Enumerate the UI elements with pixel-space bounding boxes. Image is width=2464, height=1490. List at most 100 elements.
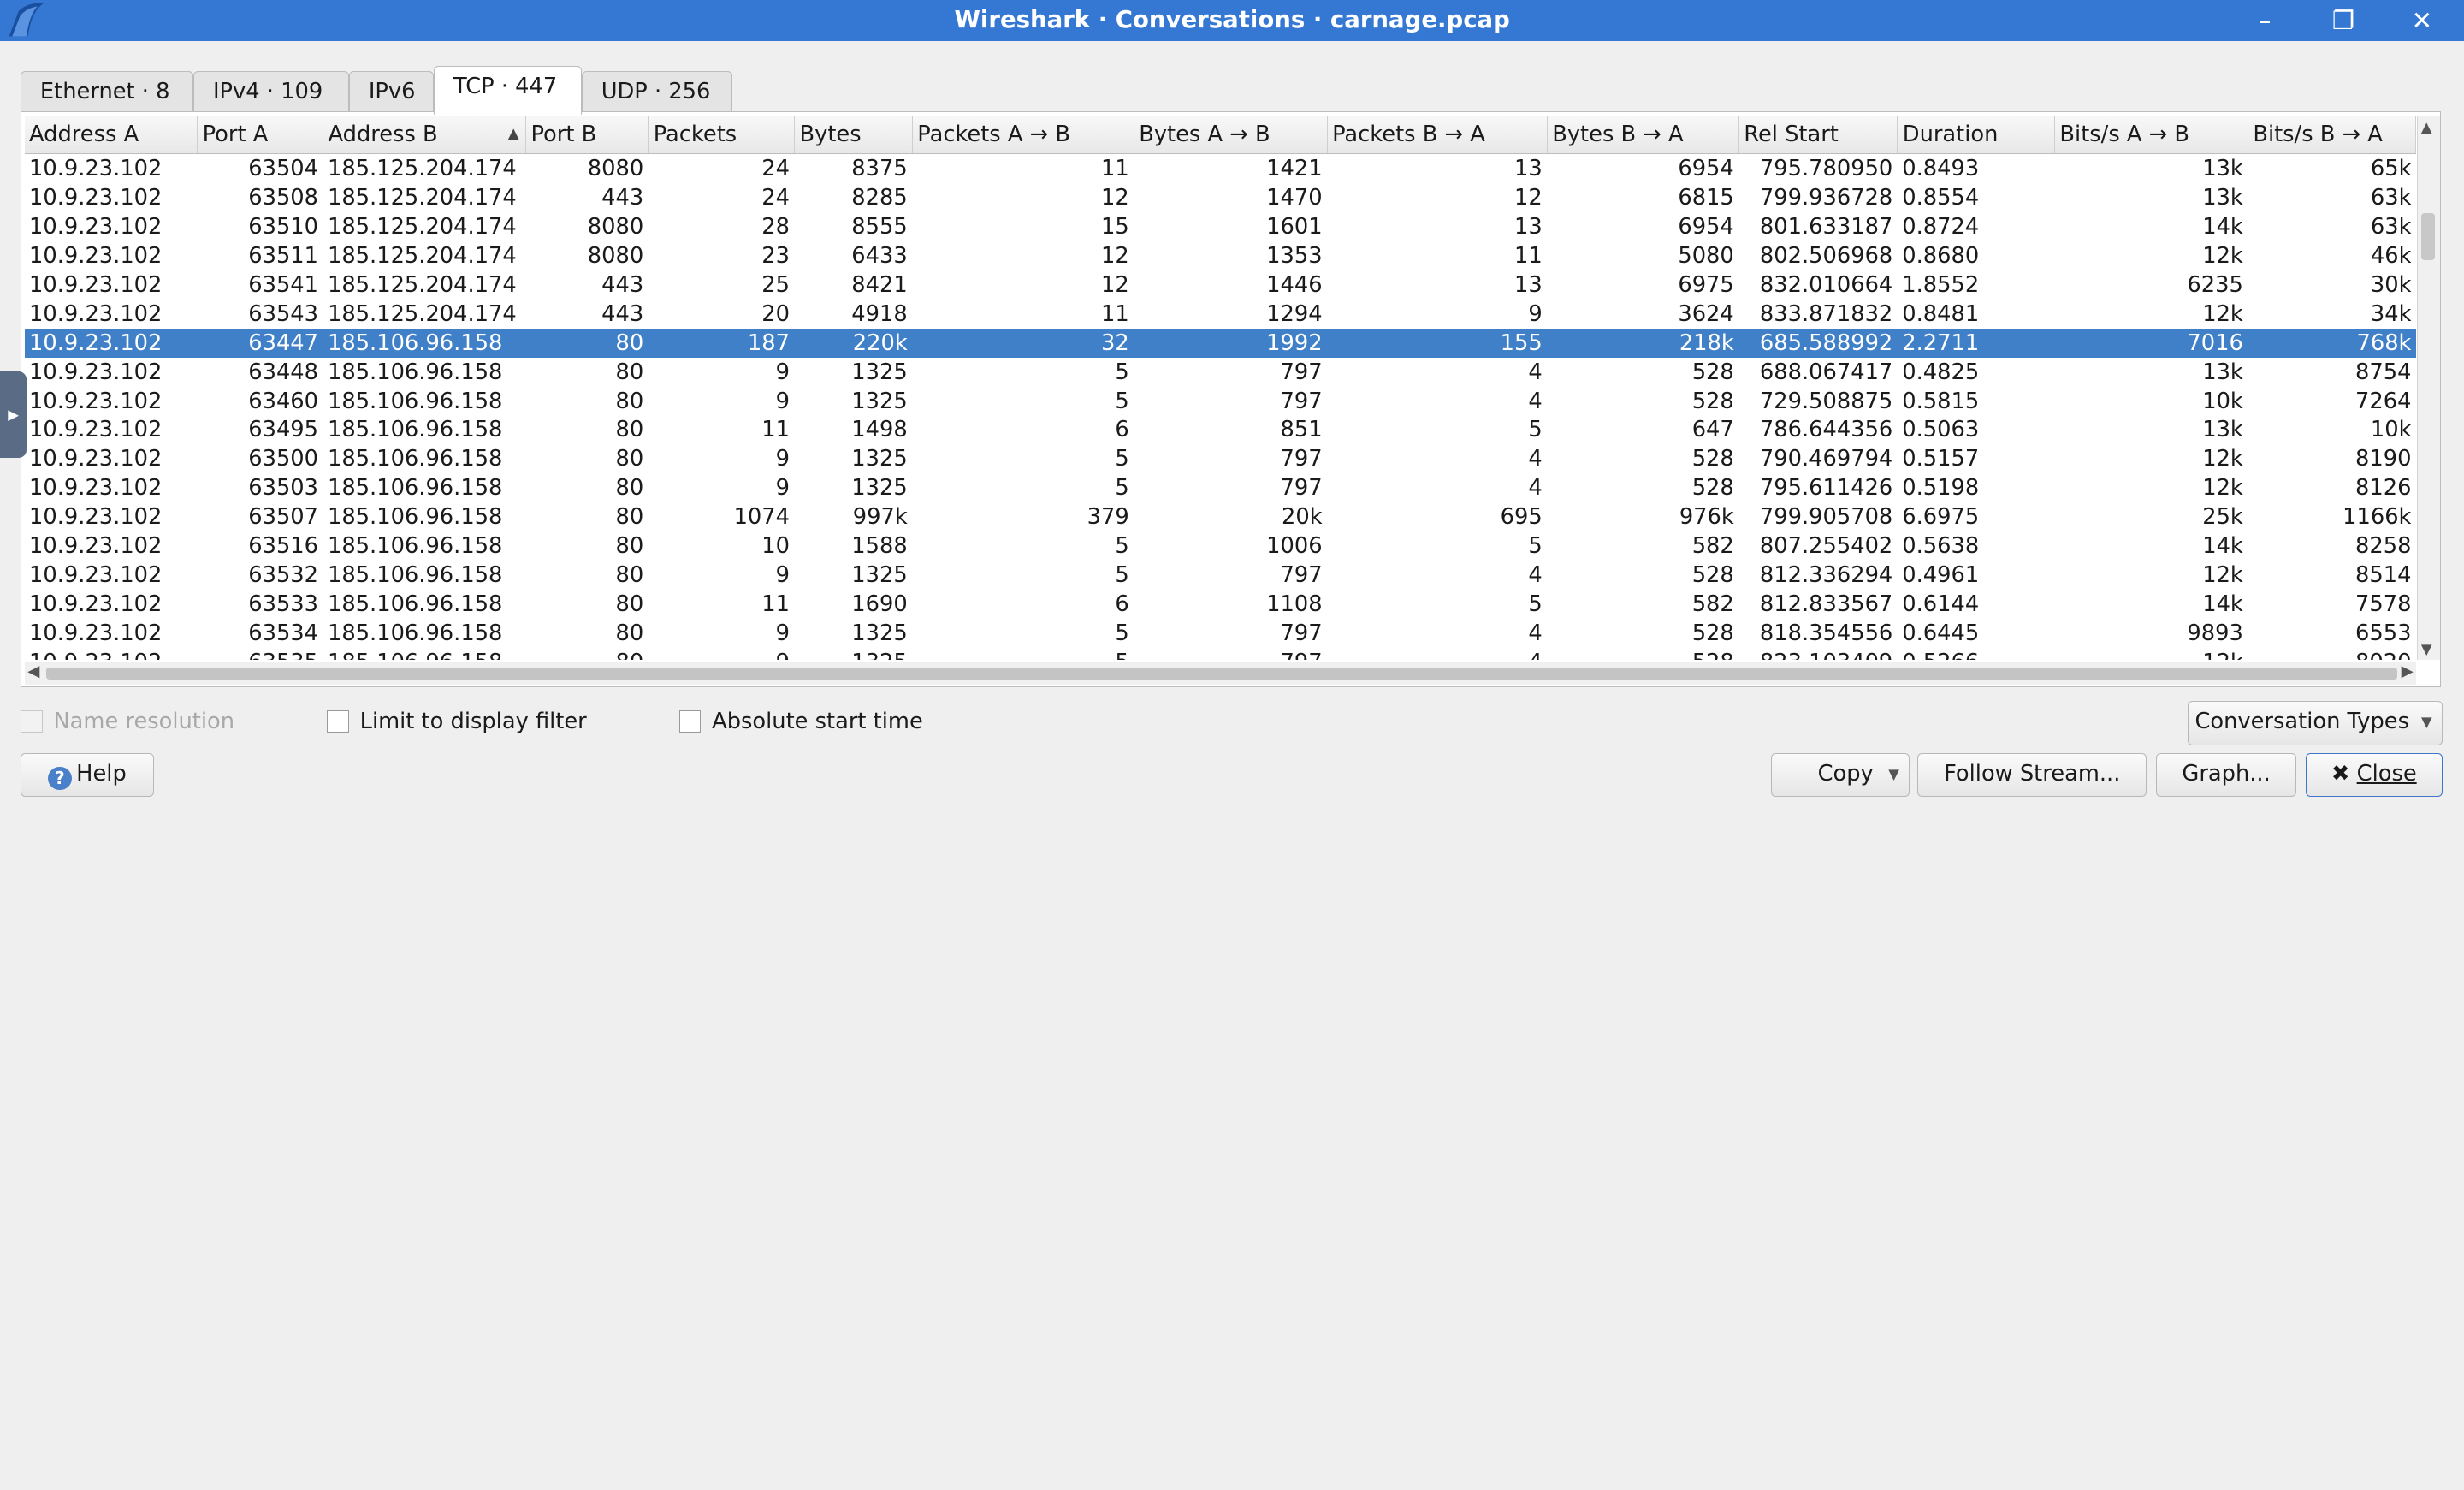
table-cell: 13 <box>1513 155 1543 181</box>
close-button[interactable]: ✖ Close <box>2305 752 2443 798</box>
table-cell: 185.106.96.158 <box>328 504 503 531</box>
title-bar[interactable]: Wireshark · Conversations · carnage.pcap… <box>0 0 2464 41</box>
column-header[interactable]: Duration <box>1897 116 2055 155</box>
column-header[interactable]: Rel Start <box>1738 116 1898 155</box>
horizontal-scrollbar[interactable]: ◀ ▶ <box>24 662 2417 685</box>
table-cell: 63460 <box>248 388 318 414</box>
column-header[interactable]: Bytes <box>794 116 913 155</box>
follow-stream-button[interactable]: Follow Stream... <box>1917 752 2147 798</box>
table-cell: 799.936728 <box>1759 184 1893 211</box>
table-row[interactable]: 10.9.23.102 63516 185.106.96.158 80 10 1588 5 1… <box>25 532 2416 561</box>
table-row[interactable]: 10.9.23.102 63495 185.106.96.158 80 11 1498 6 8… <box>25 416 2416 445</box>
tab-ipv6[interactable]: IPv6 <box>348 70 434 112</box>
column-header-label: Bits/s A → B <box>2059 122 2189 148</box>
table-row[interactable]: 10.9.23.102 63500 185.106.96.158 80 9 1325 5 79… <box>25 445 2416 474</box>
table-cell: 9 <box>775 475 790 502</box>
conversation-table-viewport[interactable]: Address A Port A Address B ▲ Port B Packets By… <box>24 116 2417 660</box>
tab-udp[interactable]: UDP · 256 <box>581 70 733 112</box>
column-header[interactable]: Port A <box>197 116 323 155</box>
table-cell: 0.6144 <box>1902 591 1980 618</box>
table-cell: 802.506968 <box>1759 242 1893 269</box>
table-row[interactable]: 10.9.23.102 63507 185.106.96.158 80 1074 997k… <box>25 503 2416 532</box>
vertical-scroll-thumb[interactable] <box>2420 212 2436 261</box>
table-cell: 11 <box>1100 155 1129 181</box>
table-cell: 1325 <box>851 620 908 647</box>
table-row[interactable]: 10.9.23.102 63447 185.106.96.158 80 187 220k 3… <box>24 329 2416 359</box>
table-cell: 80 <box>615 475 644 502</box>
table-row[interactable]: 10.9.23.102 63503 185.106.96.158 80 9 1325 5 79… <box>25 474 2416 503</box>
table-cell: 4 <box>1528 446 1543 472</box>
column-header[interactable]: Bits/s A → B <box>2054 116 2248 155</box>
tab-ethernet[interactable]: Ethernet · 8 <box>20 70 193 112</box>
table-cell: 8020 <box>2248 649 2416 659</box>
table-cell: 0.5266 <box>1898 649 2055 659</box>
column-header[interactable]: Bytes B → A <box>1547 116 1739 155</box>
table-cell: 1006 <box>1266 533 1323 560</box>
table-cell: 797 <box>1280 388 1323 414</box>
scroll-up-arrow-icon[interactable]: ▲ <box>2421 119 2432 135</box>
table-cell: 12k <box>2202 446 2243 472</box>
absolute-start-time-checkbox[interactable] <box>678 710 702 733</box>
table-cell: 13k <box>2202 184 2243 211</box>
column-header[interactable]: Bytes A → B <box>1134 116 1328 155</box>
table-cell: 20k <box>1281 504 1323 531</box>
column-header[interactable]: Packets <box>648 116 795 155</box>
table-cell: 185.106.96.158 <box>328 591 503 618</box>
sort-ascending-icon: ▲ <box>507 125 519 142</box>
help-label: Help <box>76 760 127 787</box>
side-panel-toggle-icon[interactable]: ▶ <box>0 371 27 458</box>
column-header[interactable]: Packets A → B <box>912 116 1134 155</box>
restore-button[interactable]: ❐ <box>2326 5 2360 37</box>
scroll-left-arrow-icon[interactable]: ◀ <box>27 662 39 680</box>
table-cell: 528 <box>1691 388 1734 414</box>
table-row[interactable]: 10.9.23.102 63448 185.106.96.158 80 9 1325 5 79… <box>25 358 2416 387</box>
table-cell: 9 <box>649 649 795 659</box>
table-cell: 63447 <box>197 329 323 359</box>
column-header[interactable]: Packets B → A <box>1327 116 1548 155</box>
table-row[interactable]: 10.9.23.102 63533 185.106.96.158 80 11 1690 6 1… <box>25 591 2416 620</box>
tab-tcp[interactable]: TCP · 447 <box>434 66 582 116</box>
table-row[interactable]: 10.9.23.102 63541 185.125.204.174 443 25 8421… <box>25 270 2416 300</box>
table-cell: 3624 <box>1678 300 1734 327</box>
scroll-down-arrow-icon[interactable]: ▼ <box>2421 641 2432 657</box>
conversations-window: Wireshark · Conversations · carnage.pcap… <box>0 0 2464 811</box>
table-cell: 185.125.204.174 <box>328 242 517 269</box>
table-row[interactable]: 10.9.23.102 63508 185.125.204.174 443 24 8285… <box>25 183 2416 212</box>
conversation-types-dropdown[interactable]: Conversation Types ▼ <box>2188 701 2443 745</box>
table-row[interactable]: 10.9.23.10263535185.106.96.1588091325579… <box>25 649 2416 659</box>
window-close-button[interactable]: ✕ <box>2405 5 2439 37</box>
graph-button[interactable]: Graph... <box>2156 752 2296 798</box>
vertical-scrollbar[interactable]: ▲ ▼ <box>2417 116 2440 660</box>
help-button[interactable]: ? Help <box>20 752 155 798</box>
minimize-button[interactable]: – <box>2248 5 2282 37</box>
column-header[interactable]: Address A <box>24 116 198 155</box>
table-cell: 12 <box>1100 242 1129 269</box>
table-row[interactable]: 10.9.23.102 63511 185.125.204.174 8080 23 643… <box>25 241 2416 270</box>
column-header[interactable]: Address B ▲ <box>323 116 526 155</box>
table-row[interactable]: 10.9.23.102 63543 185.125.204.174 443 20 4918… <box>25 300 2416 329</box>
horizontal-scroll-thumb[interactable] <box>46 667 2398 680</box>
table-row[interactable]: 10.9.23.102 63532 185.106.96.158 80 9 1325 5 79… <box>25 561 2416 591</box>
table-cell: 9 <box>775 446 790 472</box>
table-cell: 10.9.23.102 <box>29 504 163 531</box>
table-row[interactable]: 10.9.23.102 63504 185.125.204.174 8080 24 837… <box>25 154 2416 183</box>
table-cell: 10k <box>2370 417 2412 443</box>
table-row[interactable]: 10.9.23.102 63460 185.106.96.158 80 9 1325 5 79… <box>25 387 2416 416</box>
limit-to-display-filter-label[interactable]: Limit to display filter <box>360 709 587 734</box>
table-cell: 1353 <box>1266 242 1323 269</box>
column-header[interactable]: Bits/s B → A <box>2248 116 2417 155</box>
tab-ipv4[interactable]: IPv4 · 109 <box>192 70 349 112</box>
absolute-start-time-label[interactable]: Absolute start time <box>712 709 923 734</box>
table-cell: 582 <box>1691 533 1734 560</box>
table-cell: 10 <box>761 533 790 560</box>
table-row[interactable]: 10.9.23.102 63510 185.125.204.174 8080 28 855… <box>25 212 2416 241</box>
column-header[interactable]: Port B <box>525 116 649 155</box>
copy-button[interactable]: Copy ▼ <box>1771 752 1910 798</box>
table-cell: 8258 <box>2355 533 2412 560</box>
table-cell: 1601 <box>1266 213 1323 240</box>
limit-to-display-filter-checkbox[interactable] <box>327 710 349 733</box>
table-cell: 695 <box>1500 504 1543 531</box>
column-header-label: Duration <box>1902 122 1999 148</box>
scroll-right-arrow-icon[interactable]: ▶ <box>2402 662 2414 680</box>
table-row[interactable]: 10.9.23.102 63534 185.106.96.158 80 9 1325 5 79… <box>25 620 2416 649</box>
